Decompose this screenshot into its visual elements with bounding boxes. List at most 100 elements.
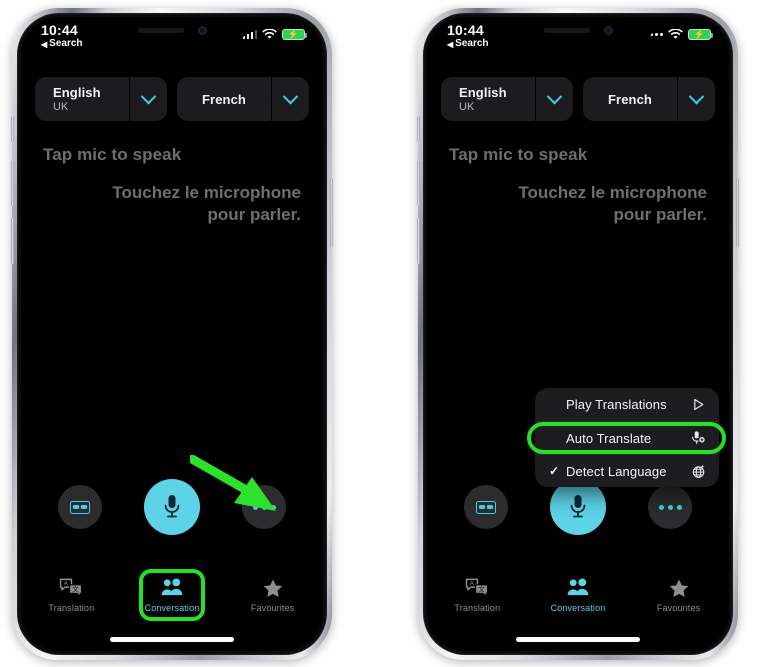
status-bar-left-group: 10:44 ◀ Search	[41, 22, 83, 50]
notch	[502, 17, 654, 43]
volume-up-button[interactable]	[417, 160, 420, 206]
earpiece-speaker-icon	[137, 27, 184, 33]
status-bar-left-group: 10:44 ◀ Search	[447, 22, 489, 50]
flashcard-button[interactable]	[464, 485, 508, 529]
menu-item-left: Auto Translate	[549, 431, 651, 446]
earpiece-speaker-icon	[543, 27, 590, 33]
chevron-down-icon	[140, 88, 157, 104]
phone-left: 10:44 ◀ Search ⚡ English UK French Tap m…	[11, 8, 333, 660]
target-language-button[interactable]: French	[177, 77, 309, 121]
source-prompt-text: Tap mic to speak	[43, 145, 182, 164]
people-icon	[568, 578, 589, 596]
target-language-name: French	[608, 91, 652, 107]
tab-bar-left: A 文 Translation Conversation Favourites	[21, 567, 323, 625]
back-triangle-icon: ◀	[41, 39, 48, 49]
microphone-icon	[570, 495, 586, 518]
menu-item-label: Auto Translate	[566, 430, 652, 446]
volume-down-button[interactable]	[11, 218, 14, 264]
globe-translate-icon	[689, 464, 707, 479]
flashcard-icon	[70, 500, 90, 514]
wifi-icon	[262, 29, 277, 39]
tab-conversation[interactable]: Conversation	[129, 569, 215, 621]
silent-switch[interactable]	[11, 116, 14, 142]
chevron-down-icon	[282, 88, 299, 104]
status-time: 10:44	[41, 22, 78, 38]
ellipsis-icon	[658, 504, 682, 510]
power-button[interactable]	[330, 178, 333, 248]
source-language-chevron[interactable]	[535, 77, 573, 121]
source-prompt-text: Tap mic to speak	[449, 145, 588, 164]
auto-mic-icon	[689, 430, 707, 446]
source-language-button[interactable]: English UK	[35, 77, 167, 121]
screen-left: 10:44 ◀ Search ⚡ English UK French Tap m…	[21, 17, 323, 651]
status-time: 10:44	[447, 22, 484, 38]
target-prompt-text: Touchez le microphone pour parler.	[518, 183, 707, 224]
tab-favourites-label: Favourites	[250, 603, 295, 613]
status-bar-right-group: ⚡	[645, 29, 713, 40]
translate-bubbles-icon: A 文	[466, 578, 489, 597]
tab-translation-label: Translation	[454, 603, 501, 613]
menu-item-play-translations[interactable]: Play Translations	[535, 388, 719, 421]
phone-right: 10:44 ◀ Search ⚡ English UK French Tap m…	[417, 8, 739, 660]
source-language-button[interactable]: English UK	[441, 77, 573, 121]
target-prompt-text: Touchez le microphone pour parler.	[112, 183, 301, 224]
phone-bezel-right: 10:44 ◀ Search ⚡ English UK French Tap m…	[423, 13, 733, 655]
tab-conversation[interactable]: Conversation	[535, 573, 621, 617]
svg-text:文: 文	[478, 584, 485, 593]
status-bar-right-group: ⚡	[242, 29, 307, 40]
tab-conversation-label: Conversation	[550, 603, 606, 613]
back-label: Search	[455, 38, 489, 50]
more-button[interactable]	[648, 485, 692, 529]
tab-favourites[interactable]: Favourites	[636, 573, 722, 617]
mic-button[interactable]	[550, 479, 606, 535]
microphone-icon	[164, 495, 180, 518]
back-to-search-button[interactable]: ◀ Search	[447, 38, 489, 50]
back-label: Search	[49, 38, 83, 50]
svg-text:A: A	[64, 580, 69, 587]
front-camera-icon	[197, 25, 207, 35]
target-language-text: French	[583, 92, 677, 107]
tab-translation[interactable]: A 文 Translation	[434, 573, 520, 617]
green-arrow-icon	[190, 455, 276, 511]
more-options-menu: Play Translations Auto Translate ✓ Detec…	[527, 388, 726, 487]
source-language-chevron[interactable]	[129, 77, 167, 121]
target-language-chevron[interactable]	[271, 77, 309, 121]
tab-favourites-label: Favourites	[656, 603, 701, 613]
tab-translation[interactable]: A 文 Translation	[28, 573, 114, 617]
star-icon	[263, 579, 282, 597]
svg-text:文: 文	[72, 584, 79, 593]
menu-item-detect-language[interactable]: ✓ Detect Language	[535, 454, 719, 487]
notch	[96, 17, 248, 43]
menu-item-label: Play Translations	[566, 397, 667, 412]
source-language-region: UK	[459, 101, 475, 113]
tab-favourites[interactable]: Favourites	[230, 573, 316, 617]
home-indicator[interactable]	[110, 637, 234, 642]
target-language-button[interactable]: French	[583, 77, 715, 121]
source-language-text: English UK	[441, 85, 535, 113]
phone-bezel-left: 10:44 ◀ Search ⚡ English UK French Tap m…	[17, 13, 327, 655]
tab-bar-right: A 文 Translation Conversation Favourites	[427, 567, 729, 625]
star-icon	[669, 579, 688, 597]
screen-right: 10:44 ◀ Search ⚡ English UK French Tap m…	[427, 17, 729, 651]
source-language-name: English	[53, 85, 101, 100]
front-camera-icon	[603, 25, 613, 35]
battery-charging-icon: ⚡	[688, 29, 713, 40]
control-row-right	[427, 479, 729, 535]
back-to-search-button[interactable]: ◀ Search	[41, 38, 83, 50]
volume-down-button[interactable]	[417, 218, 420, 264]
target-language-chevron[interactable]	[677, 77, 715, 121]
menu-item-left: ✓ Detect Language	[549, 464, 667, 479]
volume-up-button[interactable]	[11, 160, 14, 206]
language-selector-row-right: English UK French	[441, 77, 715, 121]
battery-charging-icon: ⚡	[282, 29, 307, 40]
menu-item-auto-translate[interactable]: Auto Translate	[527, 421, 726, 454]
power-button[interactable]	[736, 178, 739, 248]
menu-item-label: Detect Language	[566, 463, 667, 479]
translate-bubbles-icon: A 文	[60, 578, 83, 597]
conversation-tab-highlight	[138, 569, 205, 621]
flashcard-button[interactable]	[58, 485, 102, 529]
silent-switch[interactable]	[417, 116, 420, 142]
menu-item-left: Play Translations	[549, 397, 667, 412]
source-language-name: English	[459, 85, 507, 100]
home-indicator[interactable]	[516, 637, 640, 642]
